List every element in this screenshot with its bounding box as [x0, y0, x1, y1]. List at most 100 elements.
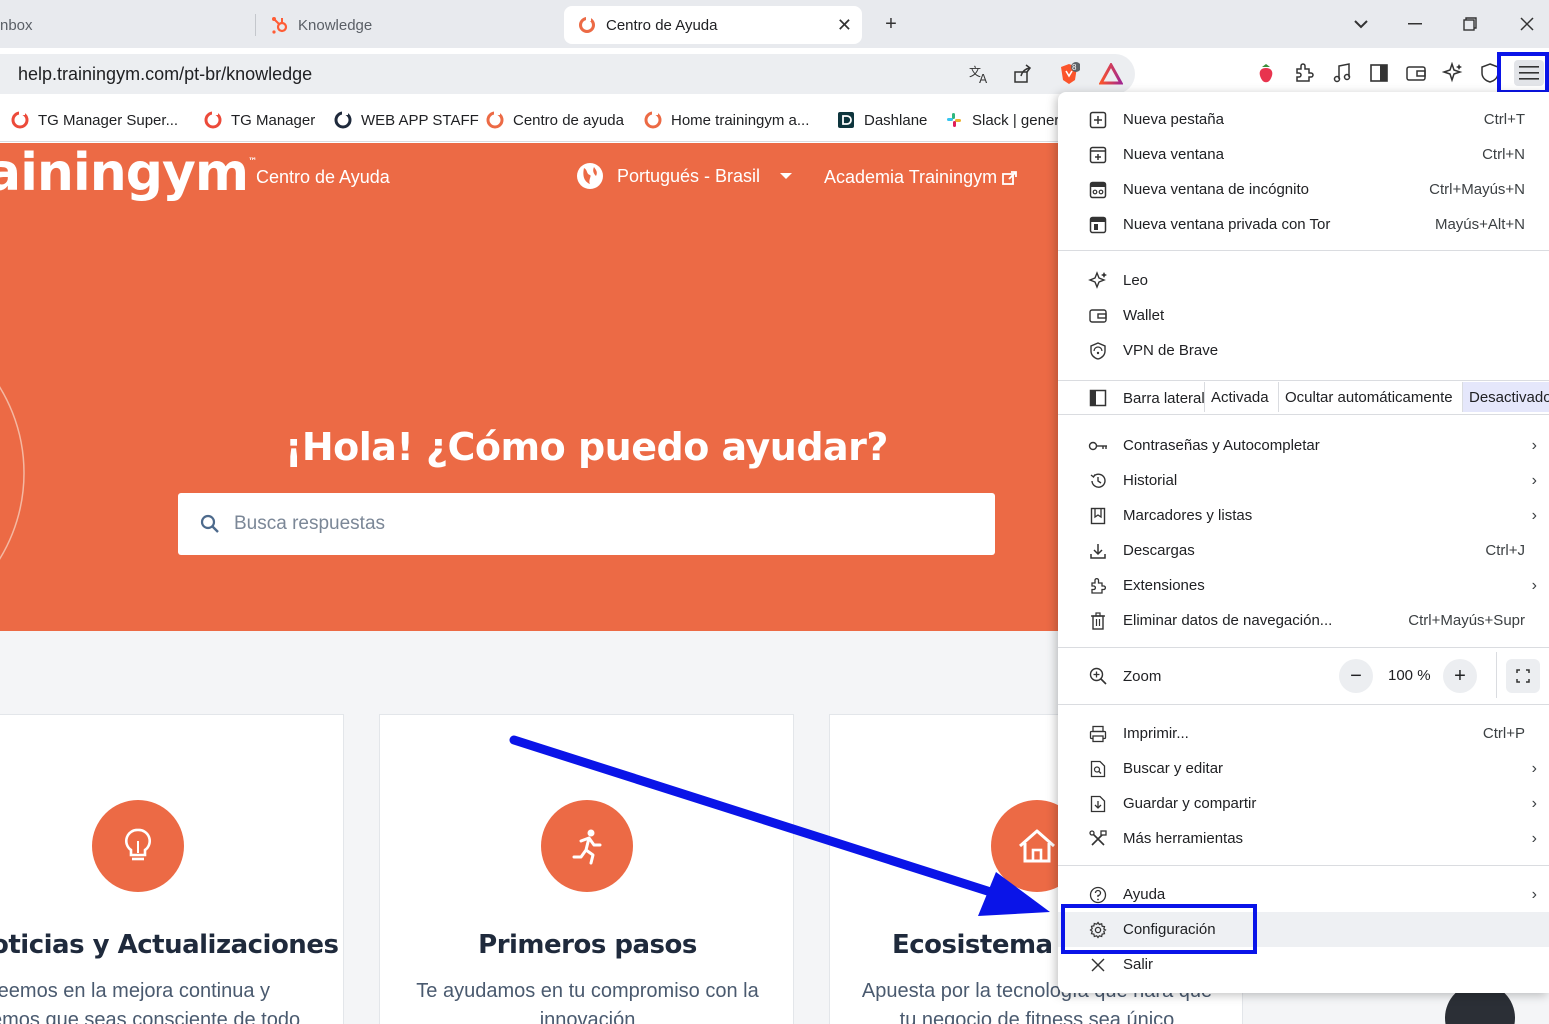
nav-academy-link[interactable]: Academia Trainingym	[824, 167, 1018, 188]
trainingym-logo[interactable]: ainingym™	[0, 143, 257, 203]
extensions-icon	[1088, 576, 1108, 596]
tab-strip: nbox Knowledge Centro de Ayuda ✕ +	[0, 0, 1549, 48]
menu-divider	[1058, 647, 1549, 648]
download-icon	[1088, 541, 1108, 561]
bookmark-label: TG Manager	[231, 111, 316, 129]
menu-item-vpn[interactable]: VPN de Brave	[1058, 333, 1549, 368]
tab-knowledge[interactable]: Knowledge	[270, 6, 555, 44]
browser-menu: Nueva pestaña Ctrl+T Nueva ventana Ctrl+…	[1058, 92, 1549, 993]
menu-item-more-tools[interactable]: Más herramientas ›	[1058, 821, 1549, 856]
search-input[interactable]: Busca respuestas	[178, 493, 995, 555]
new-tab-button[interactable]: +	[876, 10, 906, 38]
menu-item-bookmarks[interactable]: Marcadores y listas ›	[1058, 498, 1549, 533]
chevron-right-icon: ›	[1531, 506, 1537, 524]
close-icon	[1088, 955, 1108, 975]
tab-label: Centro de Ayuda	[606, 16, 718, 34]
restore-button[interactable]	[1455, 10, 1485, 38]
menu-label: Zoom	[1123, 667, 1162, 685]
close-tab-icon[interactable]: ✕	[837, 15, 852, 36]
menu-item-wallet[interactable]: Wallet	[1058, 298, 1549, 333]
menu-divider	[1058, 250, 1549, 251]
sidebar-option-desactivado[interactable]: Desactivado	[1462, 382, 1549, 412]
find-icon	[1088, 759, 1108, 779]
incognito-icon	[1088, 180, 1108, 200]
menu-item-new-tab[interactable]: Nueva pestaña Ctrl+T	[1058, 102, 1549, 137]
url-text: help.trainingym.com/pt-br/knowledge	[18, 63, 313, 84]
sidebar-option-ocultar[interactable]: Ocultar automáticamente	[1278, 382, 1459, 412]
leo-icon	[1088, 270, 1108, 291]
sidebar-option-activada[interactable]: Activada	[1204, 382, 1275, 412]
address-bar[interactable]: help.trainingym.com/pt-br/knowledge	[0, 54, 1135, 94]
zoom-out-button[interactable]: −	[1339, 659, 1373, 693]
menu-label: Marcadores y listas	[1123, 507, 1253, 524]
extensions-icon[interactable]	[1291, 60, 1317, 86]
menu-shortcut: Ctrl+J	[1485, 542, 1525, 559]
trainingym-icon	[644, 110, 662, 129]
academy-label: Academia Trainingym	[824, 167, 998, 187]
bookmarks-icon	[1088, 506, 1108, 526]
menu-label: Historial	[1123, 472, 1178, 489]
menu-item-save-share[interactable]: Guardar y compartir ›	[1058, 786, 1549, 821]
bookmark-item[interactable]: WEB APP STAFF	[333, 108, 479, 132]
menu-item-extensions[interactable]: Extensiones ›	[1058, 568, 1549, 603]
nav-help-center[interactable]: Centro de Ayuda	[256, 167, 390, 188]
bookmark-label: Dashlane	[864, 111, 928, 129]
sidebar-toggle-icon[interactable]	[1366, 60, 1392, 86]
menu-item-leo[interactable]: Leo	[1058, 263, 1549, 298]
zoom-in-button[interactable]: +	[1443, 659, 1477, 693]
minimize-button[interactable]	[1400, 10, 1430, 38]
chevron-right-icon: ›	[1531, 829, 1537, 847]
tab-centro-de-ayuda[interactable]: Centro de Ayuda ✕	[564, 6, 862, 44]
menu-item-new-window[interactable]: Nueva ventana Ctrl+N	[1058, 137, 1549, 172]
new-window-icon	[1088, 145, 1108, 165]
strawberry-extension-icon[interactable]	[1253, 60, 1279, 86]
external-link-icon	[1002, 170, 1017, 185]
language-selector[interactable]: Portugués - Brasil	[576, 162, 793, 190]
tab-search-chevron-icon[interactable]	[1346, 10, 1376, 38]
caret-down-icon	[780, 173, 793, 179]
bookmark-item[interactable]: TG Manager Super...	[10, 108, 178, 132]
close-window-button[interactable]	[1512, 10, 1542, 38]
bookmark-item[interactable]: Centro de ayuda	[485, 108, 624, 132]
menu-label: Eliminar datos de navegación...	[1123, 612, 1333, 629]
menu-label: Barra lateral	[1123, 390, 1205, 407]
menu-label: Más herramientas	[1123, 830, 1244, 847]
menu-item-zoom: Zoom − 100 % +	[1058, 652, 1549, 698]
menu-divider	[1058, 380, 1549, 381]
translate-icon[interactable]: 文A	[968, 62, 992, 86]
category-card[interactable]: oticias y Actualizaciones reemos en la m…	[0, 714, 344, 1024]
bookmark-item[interactable]: Slack | genera	[944, 108, 1068, 132]
menu-item-downloads[interactable]: Descargas Ctrl+J	[1058, 533, 1549, 568]
menu-item-find-edit[interactable]: Buscar y editar ›	[1058, 751, 1549, 786]
menu-item-history[interactable]: Historial ›	[1058, 463, 1549, 498]
brave-rewards-icon[interactable]	[1099, 62, 1123, 86]
music-icon[interactable]	[1329, 60, 1355, 86]
running-person-icon	[541, 800, 633, 892]
card-text: Te ayudamos en tu compromiso con la	[416, 980, 759, 1002]
tab-inbox[interactable]: nbox	[0, 6, 250, 44]
menu-label: Ayuda	[1123, 886, 1166, 903]
menu-item-tor-window[interactable]: Nueva ventana privada con Tor Mayús+Alt+…	[1058, 207, 1549, 242]
zoom-icon	[1088, 666, 1108, 686]
bookmark-item[interactable]: Dashlane	[836, 108, 927, 132]
menu-item-clear-data[interactable]: Eliminar datos de navegación... Ctrl+May…	[1058, 603, 1549, 638]
tab-label: nbox	[0, 16, 33, 34]
menu-item-passwords[interactable]: Contraseñas y Autocompletar ›	[1058, 428, 1549, 463]
wallet-icon[interactable]	[1403, 60, 1429, 86]
brave-shields-icon[interactable]: 8	[1057, 62, 1081, 86]
card-title: Ecosistema T	[892, 930, 1079, 960]
bookmark-label: TG Manager Super...	[38, 111, 179, 129]
bookmark-item[interactable]: TG Manager	[203, 108, 315, 132]
menu-item-incognito[interactable]: Nueva ventana de incógnito Ctrl+Mayús+N	[1058, 172, 1549, 207]
leo-icon[interactable]	[1440, 60, 1466, 86]
menu-divider	[1058, 865, 1549, 866]
fullscreen-icon[interactable]	[1506, 659, 1540, 693]
bookmark-item[interactable]: Home trainingym a...	[643, 108, 809, 132]
menu-item-print[interactable]: Imprimir... Ctrl+P	[1058, 716, 1549, 751]
category-card[interactable]: Primeros pasos Te ayudamos en tu comprom…	[379, 714, 794, 1024]
chevron-right-icon: ›	[1531, 759, 1537, 777]
trainingym-icon	[579, 16, 595, 33]
menu-label: Contraseñas y Autocompletar	[1123, 437, 1320, 454]
card-title: oticias y Actualizaciones	[0, 930, 339, 960]
share-icon[interactable]	[1011, 62, 1035, 86]
